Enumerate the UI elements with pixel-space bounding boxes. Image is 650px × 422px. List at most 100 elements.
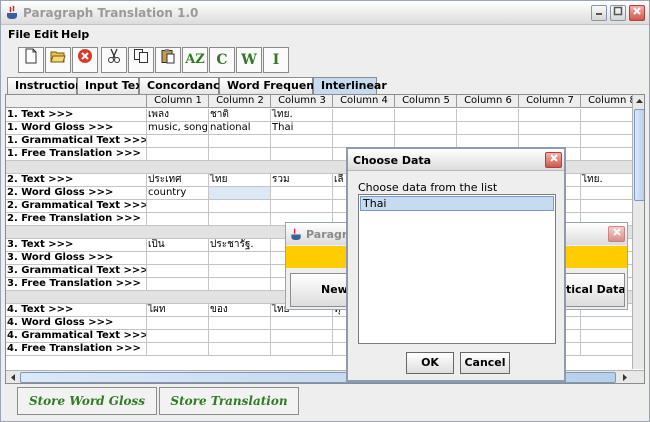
word-frequency-button[interactable]: W — [236, 47, 262, 73]
table-cell[interactable] — [209, 330, 271, 343]
table-cell[interactable]: เป็น — [147, 239, 209, 252]
table-cell[interactable] — [457, 122, 519, 135]
grammatical-data-button[interactable]: tical Data — [565, 273, 625, 307]
table-cell[interactable]: ของ — [209, 304, 271, 317]
table-cell[interactable] — [333, 109, 395, 122]
table-cell[interactable] — [209, 317, 271, 330]
cut-button[interactable] — [101, 47, 127, 73]
table-cell[interactable] — [519, 109, 581, 122]
concordance-button[interactable]: C — [209, 47, 235, 73]
new-data-button[interactable]: New D — [290, 273, 350, 307]
menu-help[interactable]: Help — [61, 28, 89, 41]
table-cell[interactable] — [147, 135, 209, 148]
table-cell[interactable] — [271, 187, 333, 200]
minimize-button[interactable] — [591, 5, 607, 21]
store-translation-button[interactable]: Store Translation — [159, 387, 299, 415]
table-cell[interactable]: รวม — [271, 174, 333, 187]
paste-button[interactable] — [155, 47, 181, 73]
table-cell[interactable] — [271, 330, 333, 343]
table-cell[interactable]: ไทย. — [271, 109, 333, 122]
dialog-close-button[interactable] — [545, 152, 562, 168]
tab-word-frequency[interactable]: Word Frequency — [219, 77, 328, 94]
copy-button[interactable] — [128, 47, 154, 73]
table-cell[interactable] — [147, 213, 209, 226]
table-cell[interactable]: ไทย — [209, 174, 271, 187]
stop-button[interactable] — [72, 47, 98, 73]
column-header[interactable]: Column 1 — [147, 95, 209, 108]
store-word-gloss-button[interactable]: Store Word Gloss — [17, 387, 157, 415]
vertical-scroll-thumb[interactable] — [634, 109, 644, 201]
data-list[interactable]: Thai — [358, 194, 556, 344]
table-cell[interactable] — [147, 278, 209, 291]
tab-interlinear[interactable]: Interlinear — [313, 77, 387, 94]
table-cell[interactable] — [271, 343, 333, 356]
interlinear-button[interactable]: I — [263, 47, 289, 73]
table-cell[interactable] — [209, 343, 271, 356]
table-cell[interactable] — [209, 135, 271, 148]
table-cell[interactable] — [147, 317, 209, 330]
column-header[interactable]: Column 6 — [457, 95, 519, 108]
column-header[interactable]: Column 7 — [519, 95, 581, 108]
table-cell[interactable] — [519, 122, 581, 135]
table-cell[interactable]: Thai — [271, 122, 333, 135]
maximize-button[interactable] — [610, 5, 626, 21]
title-bar[interactable]: Paragraph Translation 1.0 — [1, 1, 649, 25]
background-close-button[interactable] — [608, 226, 625, 242]
row-label: 1. Grammatical Text >>> — [6, 135, 147, 148]
close-button[interactable] — [629, 5, 645, 21]
table-cell[interactable] — [271, 200, 333, 213]
tab-instruction[interactable]: Instruction! — [7, 77, 88, 94]
row-label: 3. Text >>> — [6, 239, 147, 252]
new-button[interactable] — [18, 47, 44, 73]
table-cell[interactable]: เพลง — [147, 109, 209, 122]
table-cell[interactable]: music, song — [147, 122, 209, 135]
menu-edit[interactable]: Edit — [34, 28, 58, 41]
open-button[interactable] — [45, 47, 71, 73]
table-cell[interactable] — [457, 109, 519, 122]
table-cell[interactable] — [147, 330, 209, 343]
bottom-bar: Store Word Gloss Store Translation — [1, 385, 649, 421]
table-cell[interactable]: national — [209, 122, 271, 135]
tab-concordance[interactable]: Concordance — [139, 77, 227, 94]
table-cell[interactable]: country — [147, 187, 209, 200]
table-cell[interactable] — [209, 252, 271, 265]
table-cell[interactable] — [209, 148, 271, 161]
vertical-scrollbar[interactable] — [632, 95, 644, 369]
sort-az-icon: AZ — [185, 52, 205, 67]
menu-file[interactable]: File — [8, 28, 31, 41]
cancel-button[interactable]: Cancel — [460, 352, 510, 374]
table-cell[interactable] — [209, 278, 271, 291]
table-cell[interactable]: ประเทศ — [147, 174, 209, 187]
table-cell[interactable] — [209, 187, 271, 200]
table-cell[interactable] — [147, 148, 209, 161]
table-cell[interactable] — [147, 265, 209, 278]
dialog-titlebar[interactable]: Choose Data — [348, 149, 564, 171]
ok-button[interactable]: OK — [406, 352, 454, 374]
table-cell[interactable] — [271, 148, 333, 161]
row-label: 2. Text >>> — [6, 174, 147, 187]
column-header[interactable]: Column 2 — [209, 95, 271, 108]
tab-input-text[interactable]: Input Text — [77, 77, 148, 94]
column-header[interactable]: Column 3 — [271, 95, 333, 108]
table-cell[interactable] — [209, 265, 271, 278]
table-cell[interactable] — [209, 213, 271, 226]
table-cell[interactable] — [395, 122, 457, 135]
table-cell[interactable] — [147, 343, 209, 356]
table-cell[interactable]: ชาติ — [209, 109, 271, 122]
column-header[interactable]: Column 5 — [395, 95, 457, 108]
table-cell[interactable] — [147, 252, 209, 265]
table-cell[interactable] — [271, 317, 333, 330]
java-icon — [291, 228, 301, 241]
row-label: 2. Grammatical Text >>> — [6, 200, 147, 213]
table-cell[interactable] — [395, 109, 457, 122]
table-cell[interactable] — [209, 200, 271, 213]
table-cell[interactable] — [147, 200, 209, 213]
sort-az-button[interactable]: AZ — [182, 47, 208, 73]
list-item-thai[interactable]: Thai — [360, 196, 554, 211]
table-cell[interactable]: ไผท — [147, 304, 209, 317]
table-cell[interactable]: ประชารัฐ. — [209, 239, 271, 252]
column-header[interactable]: Column 4 — [333, 95, 395, 108]
table-cell[interactable] — [271, 135, 333, 148]
table-cell[interactable] — [333, 122, 395, 135]
row-label: 1. Word Gloss >>> — [6, 122, 147, 135]
